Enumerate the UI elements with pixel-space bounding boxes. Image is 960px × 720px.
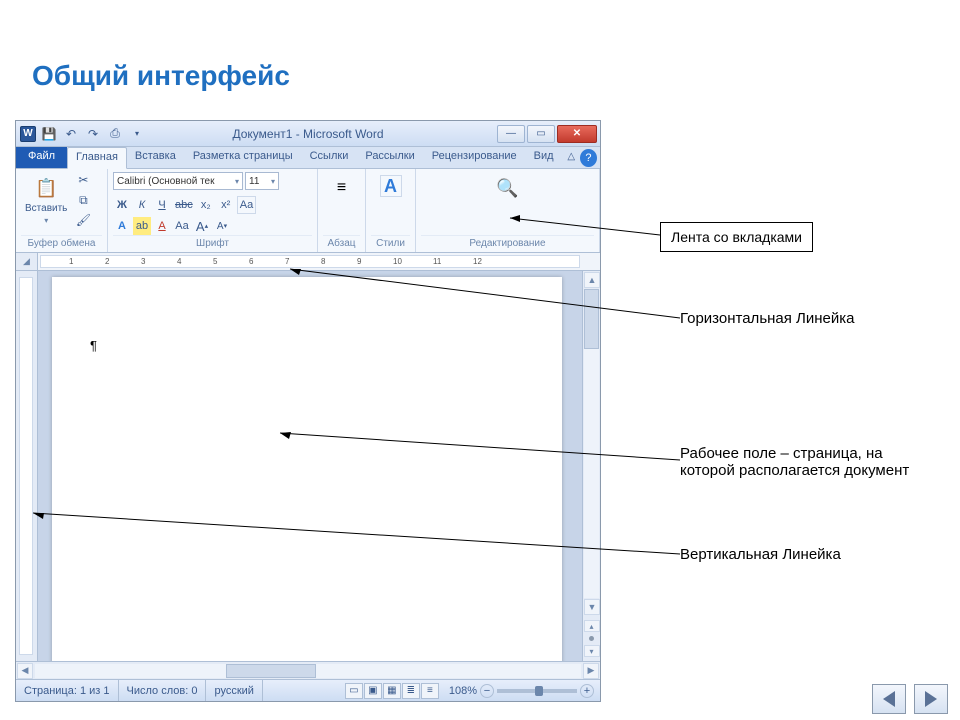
callout-ribbon: Лента со вкладками — [660, 222, 813, 252]
view-print-layout-icon[interactable]: ▭ — [345, 683, 363, 699]
paragraph-button[interactable]: ≡ — [325, 172, 359, 204]
format-painter-icon[interactable]: 🖌 — [74, 212, 92, 228]
tab-page-layout[interactable]: Разметка страницы — [185, 147, 302, 168]
prev-page-icon[interactable]: ▴ — [584, 620, 600, 632]
qat-print-icon[interactable]: ⎙ — [106, 125, 124, 143]
slide-title: Общий интерфейс — [32, 60, 290, 92]
horizontal-scrollbar[interactable]: ◀ ▶ — [16, 661, 600, 679]
group-paragraph-label: Абзац — [323, 235, 360, 251]
strike-button[interactable]: abc — [173, 196, 195, 214]
app-icon[interactable]: W — [20, 126, 36, 142]
copy-icon[interactable]: ⧉ — [74, 192, 92, 208]
zoom-in-button[interactable]: + — [580, 684, 594, 698]
slide-prev-button[interactable] — [872, 684, 906, 714]
status-page[interactable]: Страница: 1 из 1 — [16, 680, 119, 701]
change-case-button[interactable]: Aa — [237, 196, 256, 214]
font-name-value: Calibri (Основной тек — [117, 176, 214, 187]
underline-button[interactable]: Ч — [153, 196, 171, 214]
browse-object-icon[interactable] — [589, 636, 594, 641]
callout-vruler: Вертикальная Линейка — [680, 546, 841, 563]
status-language[interactable]: русский — [206, 680, 262, 701]
tab-insert[interactable]: Вставка — [127, 147, 185, 168]
grow-font-button[interactable]: A▴ — [193, 217, 211, 235]
hscroll-thumb[interactable] — [226, 664, 316, 678]
minimize-ribbon-icon[interactable]: △ — [563, 147, 580, 165]
ruler-corner[interactable]: ◢ — [16, 253, 38, 270]
help-button[interactable]: ? — [580, 149, 597, 167]
font-color-button[interactable]: A — [153, 217, 171, 235]
view-outline-icon[interactable]: ≣ — [402, 683, 420, 699]
slide-next-button[interactable] — [914, 684, 948, 714]
view-full-screen-icon[interactable]: ▣ — [364, 683, 382, 699]
highlight-button[interactable]: ab — [133, 217, 151, 235]
find-icon: 🔍 — [495, 175, 521, 201]
text-effects-button[interactable]: A — [113, 217, 131, 235]
titlebar: W 💾 ↶ ↷ ⎙ ▾ Документ1 - Microsoft Word —… — [16, 121, 600, 147]
tab-home[interactable]: Главная — [67, 147, 127, 169]
qat-save-icon[interactable]: 💾 — [40, 125, 58, 143]
qat-undo-icon[interactable]: ↶ — [62, 125, 80, 143]
callout-page: Рабочее поле – страница, на которой расп… — [680, 445, 910, 479]
group-font-label: Шрифт — [113, 235, 312, 251]
styles-icon: A — [380, 175, 402, 197]
styles-button[interactable]: A — [376, 172, 406, 200]
qat-redo-icon[interactable]: ↷ — [84, 125, 102, 143]
subscript-button[interactable]: x₂ — [197, 196, 215, 214]
next-page-icon[interactable]: ▾ — [584, 645, 600, 657]
vertical-ruler[interactable] — [16, 271, 38, 661]
paste-icon: 📋 — [33, 175, 59, 201]
zoom-out-button[interactable]: − — [480, 684, 494, 698]
cut-icon[interactable]: ✂ — [74, 172, 92, 188]
paragraph-icon: ≡ — [329, 175, 355, 201]
callout-arrow-ribbon — [510, 215, 660, 245]
callout-arrow-vruler — [33, 510, 680, 560]
tab-references[interactable]: Ссылки — [302, 147, 358, 168]
font-size-value: 11 — [249, 176, 259, 187]
triangle-right-icon — [925, 691, 937, 707]
paste-button[interactable]: 📋 Вставить ▾ — [21, 172, 71, 228]
callout-hruler: Горизонтальная Линейка — [680, 310, 855, 327]
tab-view[interactable]: Вид — [526, 147, 563, 168]
scroll-down-icon[interactable]: ▼ — [584, 599, 600, 615]
case-menu-button[interactable]: Aa — [173, 217, 191, 235]
close-button[interactable]: ✕ — [557, 125, 597, 143]
pilcrow-icon: ¶ — [90, 338, 97, 353]
group-styles-label: Стили — [371, 235, 410, 251]
status-words[interactable]: Число слов: 0 — [119, 680, 207, 701]
triangle-left-icon — [883, 691, 895, 707]
view-draft-icon[interactable]: ≡ — [421, 683, 439, 699]
group-clipboard-label: Буфер обмена — [21, 235, 102, 251]
tab-review[interactable]: Рецензирование — [424, 147, 526, 168]
file-tab[interactable]: Файл — [16, 147, 67, 168]
minimize-button[interactable]: — — [497, 125, 525, 143]
scroll-right-icon[interactable]: ▶ — [583, 663, 599, 679]
word-window: W 💾 ↶ ↷ ⎙ ▾ Документ1 - Microsoft Word —… — [15, 120, 601, 702]
bold-button[interactable]: Ж — [113, 196, 131, 214]
callout-arrow-page — [280, 430, 680, 470]
tab-mailings[interactable]: Рассылки — [357, 147, 423, 168]
italic-button[interactable]: К — [133, 196, 151, 214]
view-web-layout-icon[interactable]: ▦ — [383, 683, 401, 699]
zoom-value[interactable]: 108% — [449, 685, 477, 697]
shrink-font-button[interactable]: A▾ — [213, 217, 231, 235]
qat-customize-icon[interactable]: ▾ — [128, 125, 146, 143]
ribbon-tabs: Файл Главная Вставка Разметка страницы С… — [16, 147, 600, 169]
status-bar: Страница: 1 из 1 Число слов: 0 русский ▭… — [16, 679, 600, 701]
font-size-combo[interactable]: 11▾ — [245, 172, 279, 190]
paste-label: Вставить — [25, 203, 67, 214]
scroll-left-icon[interactable]: ◀ — [17, 663, 33, 679]
editing-button[interactable]: 🔍 — [491, 172, 525, 204]
maximize-button[interactable]: ▭ — [527, 125, 555, 143]
zoom-slider[interactable] — [497, 689, 577, 693]
callout-arrow-hruler — [290, 266, 680, 324]
superscript-button[interactable]: x² — [217, 196, 235, 214]
font-name-combo[interactable]: Calibri (Основной тек▾ — [113, 172, 243, 190]
